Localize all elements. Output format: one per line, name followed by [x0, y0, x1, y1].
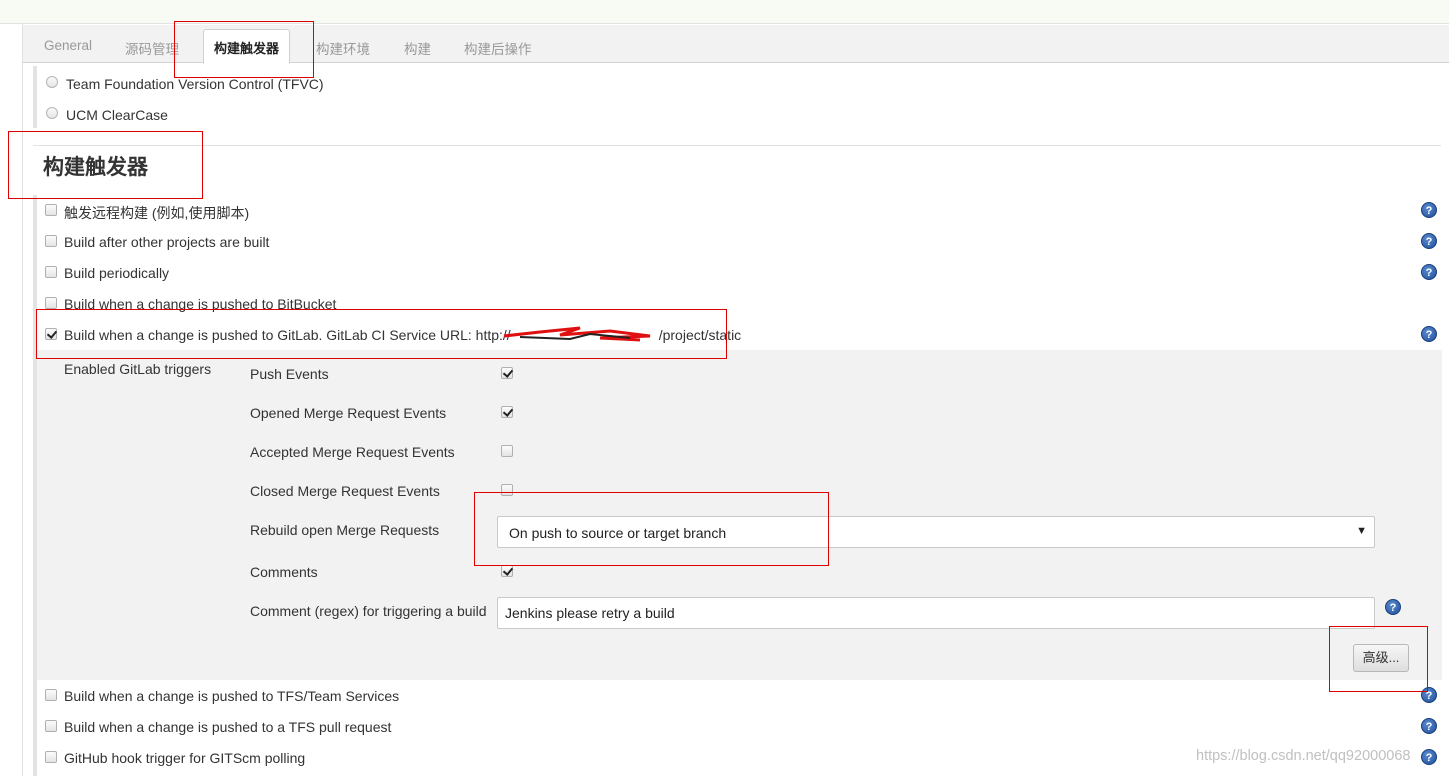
comment-regex-input[interactable]	[497, 597, 1375, 629]
help-icon[interactable]: ?	[1421, 233, 1437, 249]
tfs-pull-label: Build when a change is pushed to a TFS p…	[64, 719, 392, 735]
remote-trigger-label: 触发远程构建 (例如,使用脚本)	[64, 205, 250, 221]
help-icon[interactable]: ?	[1421, 202, 1437, 218]
tfvc-radio[interactable]	[46, 76, 58, 88]
tab-post-build[interactable]: 构建后操作	[464, 38, 532, 58]
gitlab-checkbox[interactable]	[45, 328, 57, 340]
tab-build-triggers[interactable]: 构建触发器	[203, 29, 291, 64]
tfvc-label: Team Foundation Version Control (TFVC)	[66, 76, 324, 92]
gitlab-url-tail: /project/static	[658, 327, 742, 343]
tab-bar: General 源码管理 构建触发器 构建环境 构建 构建后操作	[23, 25, 1449, 64]
periodically-label: Build periodically	[64, 265, 170, 281]
top-bar	[0, 0, 1449, 24]
closed-mr-label: Closed Merge Request Events	[250, 483, 440, 499]
chevron-down-icon: ▼	[1356, 525, 1367, 537]
help-icon[interactable]: ?	[1421, 326, 1437, 342]
github-hook-checkbox[interactable]	[45, 751, 57, 763]
after-other-label: Build after other projects are built	[64, 234, 270, 250]
push-events-label: Push Events	[250, 366, 329, 382]
tfs-services-label: Build when a change is pushed to TFS/Tea…	[64, 688, 400, 704]
section-title: 构建触发器	[43, 156, 148, 179]
enabled-triggers-label: Enabled GitLab triggers	[64, 361, 212, 377]
comments-checkbox[interactable]	[501, 565, 513, 577]
comments-label: Comments	[250, 564, 318, 580]
push-events-checkbox[interactable]	[501, 367, 513, 379]
left-border	[22, 24, 23, 776]
tab-general[interactable]: General	[44, 38, 92, 53]
clearcase-radio[interactable]	[46, 107, 58, 119]
periodically-checkbox[interactable]	[45, 266, 57, 278]
opened-mr-checkbox[interactable]	[501, 406, 513, 418]
comment-regex-label: Comment (regex) for triggering a build	[250, 603, 487, 619]
bitbucket-checkbox[interactable]	[45, 297, 57, 309]
section-divider	[33, 145, 1441, 146]
github-hook-label: GitHub hook trigger for GITScm polling	[64, 750, 306, 766]
rebuild-open-mr-value: On push to source or target branch	[509, 525, 727, 541]
opened-mr-label: Opened Merge Request Events	[250, 405, 447, 421]
clearcase-label: UCM ClearCase	[66, 107, 168, 123]
closed-mr-checkbox[interactable]	[501, 484, 513, 496]
help-icon[interactable]: ?	[1421, 718, 1437, 734]
accepted-mr-label: Accepted Merge Request Events	[250, 444, 455, 460]
tfs-pull-checkbox[interactable]	[45, 720, 57, 732]
help-icon[interactable]: ?	[1421, 687, 1437, 703]
tab-scm[interactable]: 源码管理	[125, 38, 179, 58]
bitbucket-label: Build when a change is pushed to BitBuck…	[64, 296, 337, 312]
scm-indent-bar	[33, 66, 37, 128]
help-icon[interactable]: ?	[1421, 749, 1437, 765]
rebuild-open-mr-select[interactable]: On push to source or target branch ▼	[497, 516, 1375, 548]
watermark: https://blog.csdn.net/qq92000068	[1196, 748, 1411, 764]
help-icon[interactable]: ?	[1385, 599, 1401, 615]
help-icon[interactable]: ?	[1421, 264, 1437, 280]
tfs-services-checkbox[interactable]	[45, 689, 57, 701]
advanced-button[interactable]: 高级...	[1353, 644, 1409, 672]
gitlab-label-text: Build when a change is pushed to GitLab.…	[64, 327, 511, 343]
accepted-mr-checkbox[interactable]	[501, 445, 513, 457]
gitlab-options-panel	[37, 350, 1442, 680]
after-other-checkbox[interactable]	[45, 235, 57, 247]
tab-build[interactable]: 构建	[404, 38, 431, 58]
gitlab-label: Build when a change is pushed to GitLab.…	[64, 327, 741, 343]
tab-build-environment[interactable]: 构建环境	[316, 38, 370, 58]
rebuild-open-mr-label: Rebuild open Merge Requests	[250, 522, 440, 538]
remote-trigger-checkbox[interactable]	[45, 204, 57, 216]
